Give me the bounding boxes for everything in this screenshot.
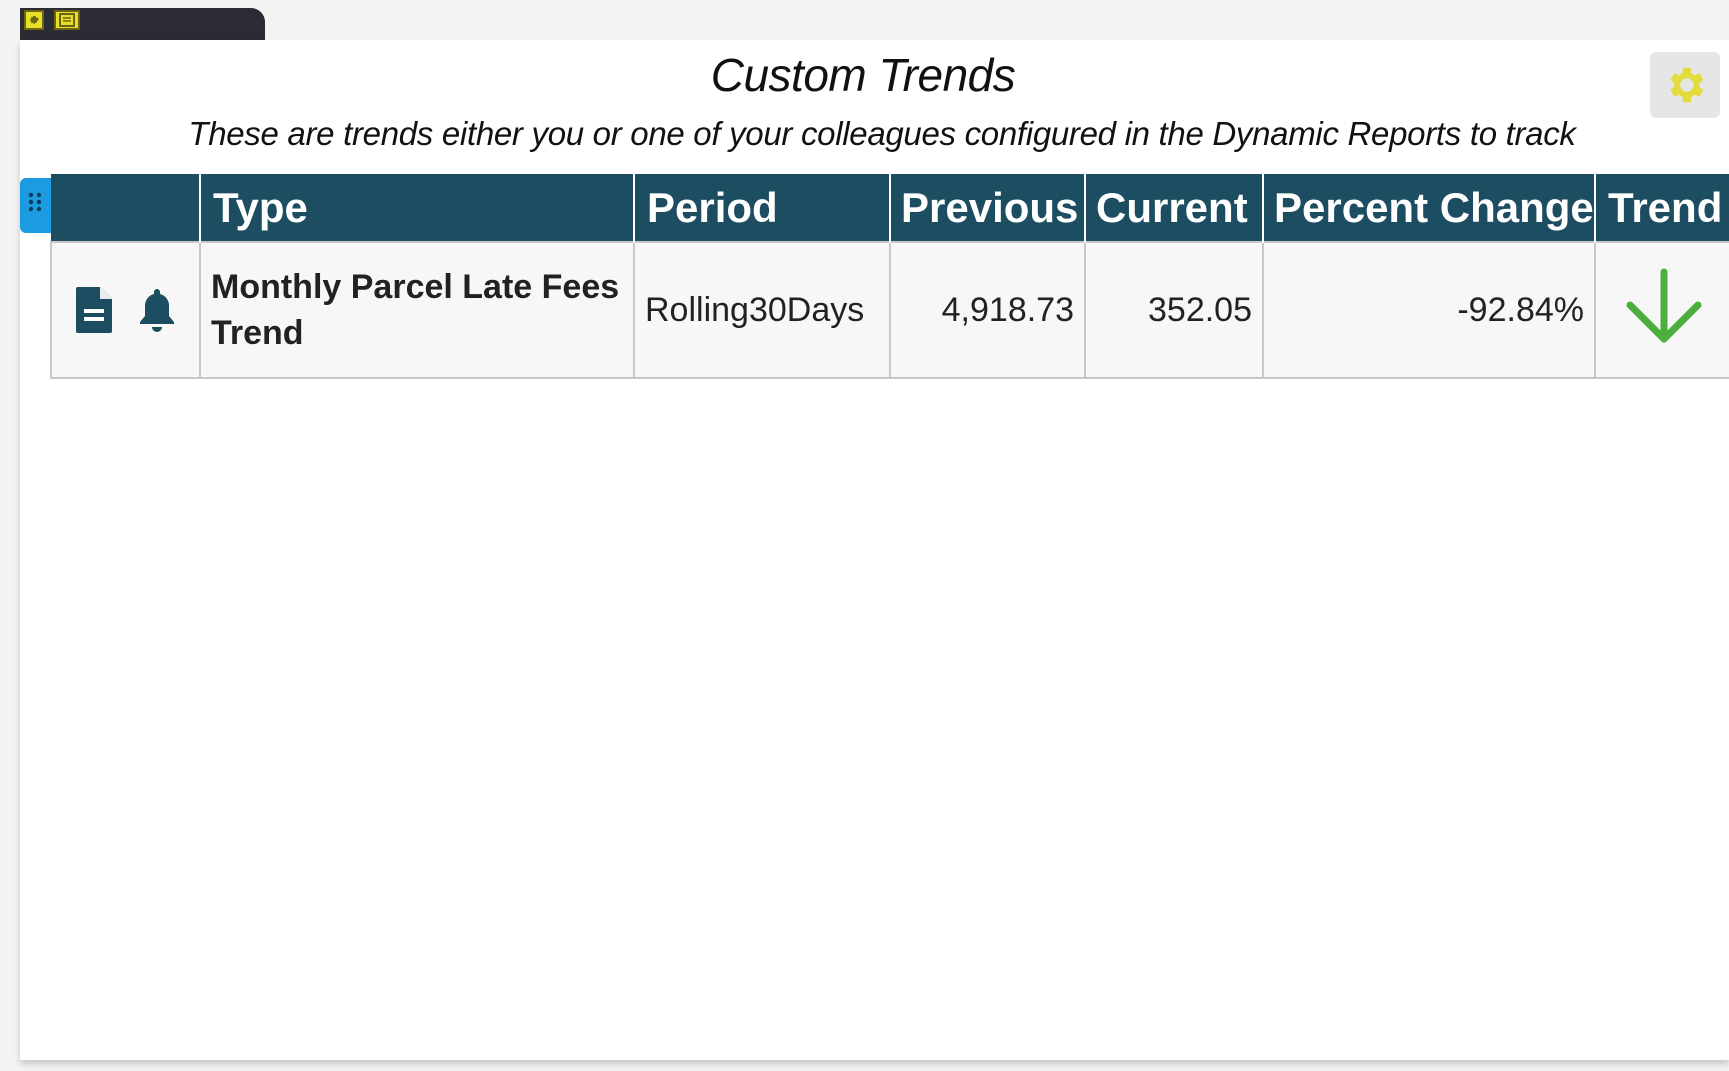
column-header-trend[interactable]: Trend	[1595, 174, 1729, 242]
column-header-actions	[51, 174, 201, 242]
cell-previous: 4,918.73	[889, 241, 1086, 379]
settings-button[interactable]	[1650, 52, 1720, 118]
document-icon[interactable]	[74, 285, 114, 335]
top-tab-bar	[20, 8, 265, 40]
column-header-type[interactable]: Type	[200, 174, 635, 242]
widget-title: Custom Trends	[710, 49, 1016, 101]
down-arrow-icon	[1626, 268, 1702, 342]
bell-icon[interactable]	[136, 285, 178, 335]
drag-handle[interactable]	[20, 178, 52, 233]
cell-current: 352.05	[1084, 241, 1264, 379]
table-row: Monthly Parcel Late Fees Trend Rolling30…	[50, 241, 1729, 379]
cell-period: Rolling30Days	[633, 241, 891, 379]
row-actions-cell	[50, 241, 201, 379]
column-header-period[interactable]: Period	[634, 174, 891, 242]
cell-type[interactable]: Monthly Parcel Late Fees Trend	[199, 241, 635, 379]
table-header-row: Type Period Previous Current Percent Cha…	[51, 174, 1729, 242]
window-icon[interactable]	[54, 10, 80, 30]
trends-table: Type Period Previous Current Percent Cha…	[50, 174, 1729, 379]
cell-trend	[1594, 241, 1729, 379]
column-header-previous[interactable]: Previous	[890, 174, 1086, 242]
gear-icon	[1670, 67, 1704, 103]
gear-icon[interactable]	[24, 10, 44, 30]
widget-subtitle: These are trends either you or one of yo…	[188, 115, 1576, 152]
column-header-current[interactable]: Current	[1085, 174, 1264, 242]
column-header-percent-change[interactable]: Percent Change	[1263, 174, 1596, 242]
cell-percent-change: -92.84%	[1262, 241, 1596, 379]
